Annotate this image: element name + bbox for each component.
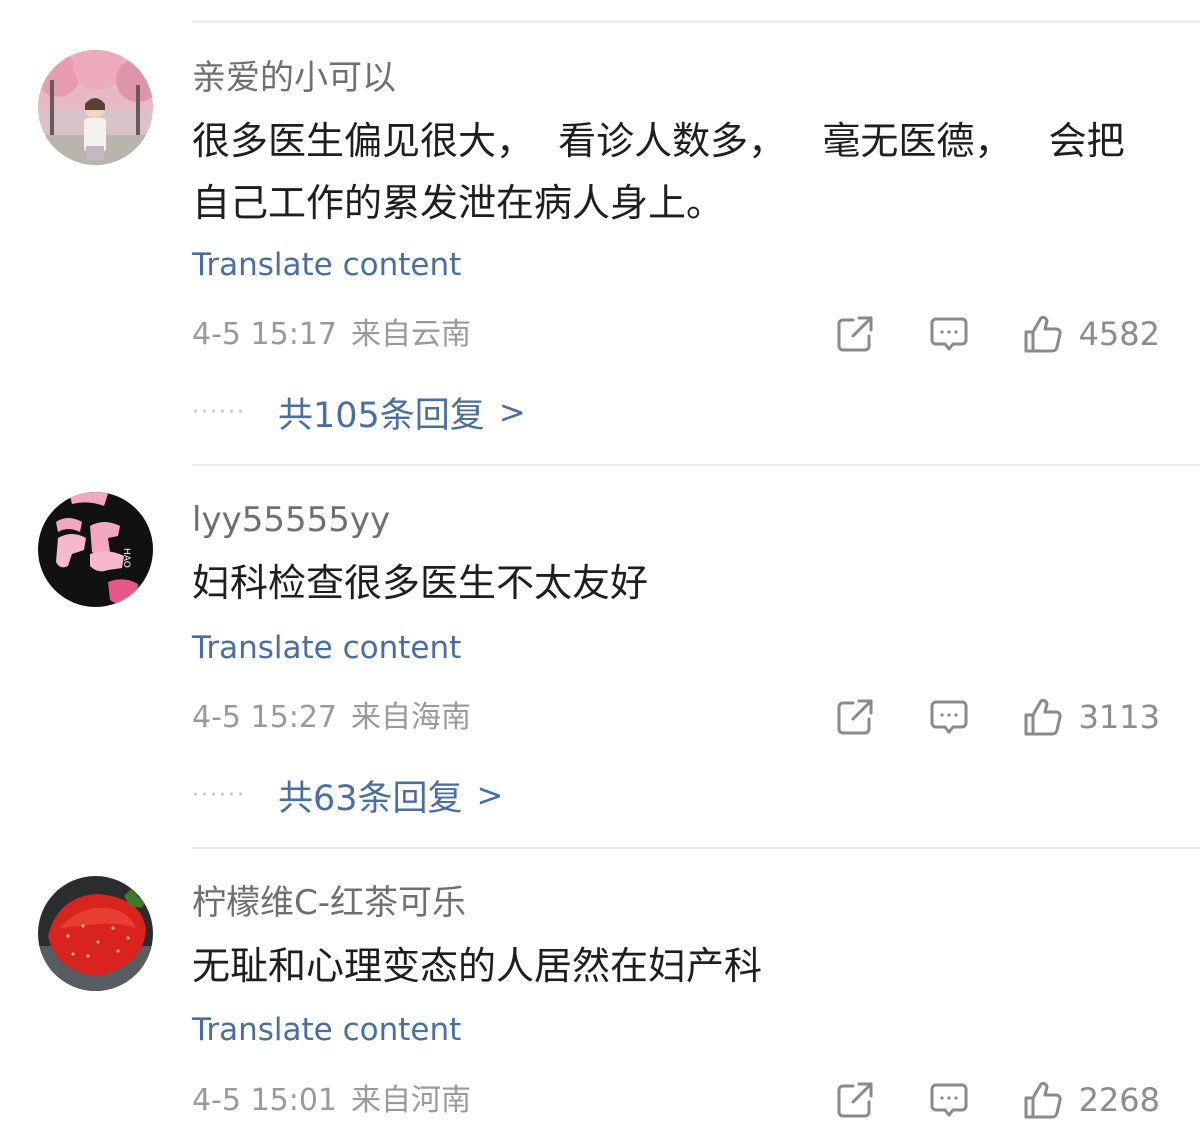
user-avatar[interactable] [38,50,153,165]
like-count: 2268 [1078,1081,1160,1119]
divider [192,464,1200,466]
translate-content-link[interactable]: Translate content [192,630,461,666]
location: 来自海南 [351,700,471,735]
user-avatar[interactable] [38,876,153,991]
reply-count-link[interactable]: 共105条回复 [278,387,485,438]
view-replies-button[interactable]: ······ 共63条回复 > [192,773,504,819]
comment-actions: 3113 [833,695,1160,739]
comment-actions: 4582 [833,312,1160,356]
reply-count-link[interactable]: 共63条回复 [278,770,463,821]
location: 来自云南 [351,317,471,352]
like-count: 3113 [1078,698,1160,736]
chevron-right-icon: > [476,776,504,814]
hao-avatar-icon: HAO [38,492,153,607]
comment-icon[interactable] [927,695,971,739]
share-icon[interactable] [833,312,877,356]
location: 来自河南 [351,1083,471,1118]
timestamp: 4-5 15:17 [192,317,337,352]
comment-text: 无耻和心理变态的人居然在妇产科 [192,944,763,988]
comment-text: 妇科检查很多医生不太友好 [192,561,649,605]
reply-dots: ······ [192,782,246,808]
strawberry-avatar-icon [38,876,153,991]
username[interactable]: 柠檬维C-红茶可乐 [192,883,466,923]
view-replies-button[interactable]: ······ 共105条回复 > [192,390,526,436]
like-icon[interactable] [1021,695,1065,739]
username[interactable]: 亲爱的小可以 [192,58,396,98]
comment-meta: 4-5 15:27 来自海南 [192,700,471,736]
divider [192,847,1200,849]
comment-icon[interactable] [927,1078,971,1122]
like-icon[interactable] [1021,312,1065,356]
timestamp: 4-5 15:27 [192,700,337,735]
user-avatar[interactable]: HAO [38,492,153,607]
timestamp: 4-5 15:01 [192,1083,337,1118]
share-icon[interactable] [833,1078,877,1122]
reply-dots: ······ [192,399,246,425]
comment-icon[interactable] [927,312,971,356]
share-icon[interactable] [833,695,877,739]
svg-text:HAO: HAO [121,548,131,568]
translate-content-link[interactable]: Translate content [192,1012,461,1048]
photo-avatar-icon [38,50,153,165]
comment-text: 很多医生偏见很大， 看诊人数多， 毫无医德， 会把自己工作的累发泄在病人身上。 [192,119,1125,225]
like-count: 4582 [1078,315,1160,353]
chevron-right-icon: > [498,393,526,431]
divider [192,21,1200,23]
comment-meta: 4-5 15:17 来自云南 [192,317,471,353]
comment-meta: 4-5 15:01 来自河南 [192,1083,471,1119]
translate-content-link[interactable]: Translate content [192,247,461,283]
comment-actions: 2268 [833,1078,1160,1122]
like-icon[interactable] [1021,1078,1065,1122]
username[interactable]: lyy55555yy [192,500,390,540]
